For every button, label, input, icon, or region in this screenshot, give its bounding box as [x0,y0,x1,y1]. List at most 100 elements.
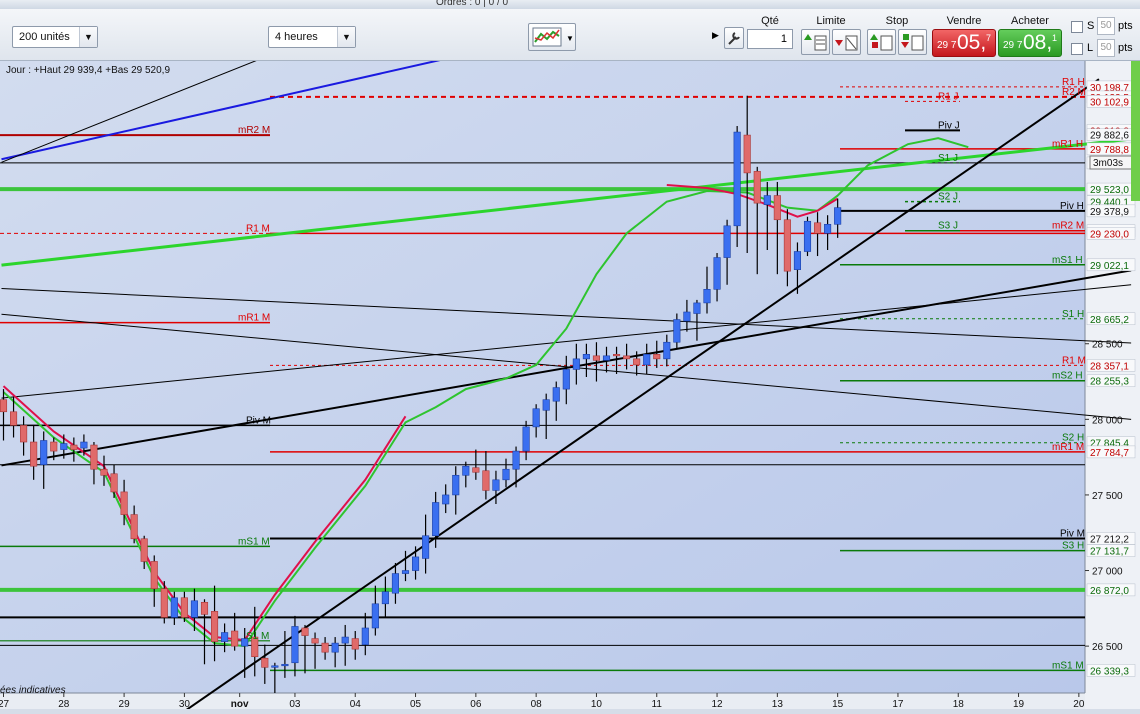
pivot-level-label: mS1 M [238,536,270,547]
candle-body [552,387,560,402]
buy-button[interactable]: 29 7 08, 1 [998,29,1062,57]
candle-body [592,355,601,361]
qty-input[interactable]: 1 [747,29,793,49]
candle-body [371,603,379,629]
pivot-level-label: S3 J [938,221,958,232]
sell-button[interactable]: 29 7 05, 7 [932,29,996,57]
price-label: 27 784,7 [1090,448,1129,459]
candle-body [803,220,812,252]
candle-body [221,632,229,642]
x-tick-label: 29 [119,699,131,709]
candle-body [562,369,570,390]
price-label: 29 022,1 [1090,261,1129,272]
limit-sell-button[interactable] [832,29,861,55]
pivot-level-label: S1 J [938,153,958,164]
candle-body [361,627,369,645]
price-label: 26 872,0 [1090,586,1129,597]
pivot-level-label: R1 M [1062,355,1086,366]
candle-body [401,570,410,574]
footer-disclaimer: ées indicatives [0,685,66,696]
x-tick-label: 30 [179,699,191,709]
x-tick-label: 04 [350,699,362,709]
stop-buy-button[interactable] [867,29,896,55]
price-label: 30 102,9 [1090,97,1129,108]
candle-body [331,642,339,653]
candle-body [231,630,239,647]
candle-body [391,573,400,594]
x-tick-label: 19 [1013,699,1025,709]
price-label: 28 255,3 [1090,377,1129,388]
pivot-level-label: mR1 M [238,313,270,324]
buy-label: Acheter [1011,15,1049,27]
candle-body [80,441,88,449]
candle-body [351,638,359,650]
price-label: 29 230,0 [1090,229,1129,240]
candle-body [713,257,721,290]
candle-body [0,399,8,413]
candle-body [673,319,681,343]
scroll-indicator[interactable] [1131,61,1140,201]
l-pts-input[interactable]: 50 [1097,39,1115,57]
y-tick-label: 27 000 [1092,567,1123,578]
x-tick-label: 15 [832,699,844,709]
l-checkbox[interactable] [1071,43,1083,55]
s-pts-label: pts [1118,20,1133,32]
candle-body [452,474,460,496]
toolbar-collapse-arrow[interactable]: ▶ [712,15,721,55]
x-tick-label: 17 [892,699,904,709]
limit-buy-button[interactable] [801,29,830,55]
pivot-level-label: mR2 M [238,125,270,136]
x-tick-label: 13 [772,699,784,709]
order-summary-text: Ordres : 0 | 0 / 0 [436,0,509,8]
candle-body [783,219,791,272]
units-select[interactable]: 200 unités ▼ [12,26,98,48]
candle-body [602,355,611,361]
period-select[interactable]: 4 heures ▼ [268,26,356,48]
candle-body [20,425,28,443]
qty-label: Qté [761,15,779,27]
stop-sell-button[interactable] [898,29,927,55]
buy-price-main: 08, [1023,31,1053,54]
period-select-value: 4 heures [275,31,318,43]
candle-body [462,465,470,476]
wrench-icon[interactable] [724,27,744,49]
candle-body [522,426,530,452]
candle-body [512,450,520,470]
x-tick-label: 20 [1073,699,1085,709]
candle-body [813,222,822,234]
x-tick-label: 18 [953,699,965,709]
price-chart-svg: mR2 MR1 MmR1 MPiv MmS1 MS1 MmR1 MPiv MmS… [0,0,1140,714]
indicator-menu-button[interactable]: ▼ [528,23,576,51]
candle-body [793,251,802,270]
buy-price-prefix: 29 7 [1003,40,1023,51]
candle-body [180,597,188,618]
candle-body [170,597,178,618]
candle-body [90,444,98,470]
candle-body [110,473,118,493]
price-label: 29 523,0 [1090,185,1129,196]
s-pts-input[interactable]: 50 [1097,17,1115,35]
sell-price-main: 05, [957,31,987,54]
y-tick-label: 26 500 [1092,642,1123,653]
candle-body [824,223,832,234]
candle-body [633,358,641,366]
candle-body [442,494,450,505]
candle-body [200,601,209,615]
x-tick-label: 06 [470,699,482,709]
price-chart[interactable]: mR2 M R1 MmR1 M Piv MmS1 M S1 MmR1 M Piv MmS… [0,0,1140,714]
candle-body [432,502,440,537]
s-checkbox[interactable] [1071,21,1083,33]
pivot-level-label: mS1 M [1052,660,1084,671]
chevron-down-icon: ▼ [337,27,355,47]
x-tick-label: 08 [531,699,543,709]
limit-buy-icon [804,34,827,51]
pivot-level-label: R1 M [246,223,270,234]
candle-body [40,440,48,465]
pivot-level-label: mR2 M [1052,221,1084,232]
price-label: 29 882,6 [1090,131,1129,142]
candle-body [271,665,279,668]
stop-sell-icon [901,34,924,51]
candle-body [834,207,842,225]
candle-body [211,611,219,642]
candle-body [30,441,38,467]
